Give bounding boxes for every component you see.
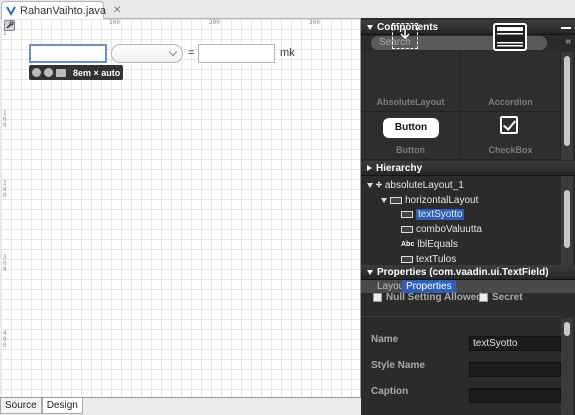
horizontal-layout-icon (390, 196, 402, 204)
minimize-icon[interactable] (561, 27, 571, 29)
palette-item-label: Accordion (488, 97, 533, 107)
tree-node-label: textSyotto (416, 208, 465, 220)
move-icon[interactable] (44, 68, 53, 77)
tab-design[interactable]: Design (41, 398, 83, 414)
info-icon[interactable] (32, 68, 41, 77)
right-panel: Components Search « AbsoluteLayout Accor… (361, 18, 575, 415)
chevron-down-icon (168, 47, 178, 57)
palette-item-accordion[interactable]: Accordion (461, 52, 561, 112)
expand-triangle-icon[interactable] (367, 182, 373, 188)
tree-node-label: textTulos (416, 253, 457, 265)
tree-node-absolutelayout[interactable]: ✣ absoluteLayout_1 (367, 178, 464, 192)
expand-triangle-icon (367, 24, 373, 30)
hierarchy-header[interactable]: Hierarchy (361, 161, 575, 176)
text-syotto-field[interactable] (29, 44, 107, 63)
secret-checkbox[interactable]: Secret (479, 292, 523, 303)
collapse-icon[interactable]: « (565, 36, 571, 47)
checkbox-box[interactable] (373, 293, 382, 302)
palette-scrollbar[interactable] (561, 52, 573, 160)
property-field-style-name[interactable] (469, 362, 561, 377)
tree-node-lblequals[interactable]: Abc lblEquals (401, 237, 458, 251)
expand-triangle-icon[interactable] (381, 197, 387, 203)
expand-triangle-icon (367, 269, 373, 275)
property-label-style-name: Style Name (371, 360, 425, 371)
absolute-layout-node-icon: ✣ (376, 182, 382, 189)
component-palette: AbsoluteLayout Accordion Button CheckBox (361, 52, 561, 160)
tree-node-label: horizontalLayout (405, 194, 479, 206)
properties-header[interactable]: Properties (com.vaadin.ui.TextField) (361, 265, 575, 280)
combo-valuutta[interactable] (111, 44, 183, 63)
combobox-icon (401, 225, 413, 233)
palette-item-label: Button (396, 145, 425, 155)
tree-node-texttulos[interactable]: textTulos (401, 252, 456, 266)
textfield-icon (401, 210, 413, 218)
ruler-side-label: 1 (3, 30, 7, 37)
checkbox-label: Secret (492, 292, 523, 303)
ruler-side-label: 400 (3, 330, 7, 349)
ruler-side-label: 200 (3, 180, 7, 199)
ruler-top-label: 1 (9, 19, 13, 26)
size-overlay: 8em × auto (29, 65, 123, 80)
checkbox-icon (500, 116, 518, 134)
property-field-name[interactable]: textSyotto (469, 336, 561, 351)
ruler-side-label: 300 (3, 254, 7, 273)
resize-icon[interactable] (56, 68, 66, 77)
tree-node-label: lblEquals (417, 238, 458, 250)
textfield-icon (401, 255, 413, 263)
size-label: 8em × auto (73, 67, 121, 78)
tree-node-label: comboValuutta (416, 223, 482, 235)
editor-tab[interactable]: RahanVaihto.java ✕ (1, 1, 121, 19)
editor-tab-label: RahanVaihto.java (20, 4, 107, 17)
equals-label: = (188, 47, 195, 59)
ruler-side-label: 100 (3, 110, 7, 129)
unit-label: mk (280, 47, 295, 59)
accordion-icon (493, 23, 527, 51)
property-label-caption: Caption (371, 386, 409, 397)
ruler-top-label: 100 (109, 19, 120, 26)
palette-item-label: CheckBox (488, 145, 533, 155)
tree-node-horizontallayout[interactable]: horizontalLayout (381, 193, 478, 207)
ruler-top-label: 200 (209, 19, 220, 26)
button-preview-icon: Button (383, 118, 439, 138)
ruler-top-label: 300 (309, 19, 320, 26)
label-icon: Abc (401, 240, 415, 248)
tree-node-combovaluutta[interactable]: comboValuutta (401, 222, 482, 236)
editor-tab-bar: RahanVaihto.java ✕ (0, 0, 575, 19)
palette-item-absolutelayout[interactable]: AbsoluteLayout (361, 52, 461, 112)
text-tulos-field[interactable] (198, 44, 275, 63)
palette-item-label: AbsoluteLayout (376, 97, 445, 107)
editor-mode-tabs: Source Design (0, 397, 361, 415)
hierarchy-scrollbar[interactable] (561, 176, 573, 266)
checkbox-box[interactable] (479, 293, 488, 302)
tree-node-label: absoluteLayout_1 (384, 179, 464, 191)
properties-title: Properties (com.vaadin.ui.TextField) (377, 266, 549, 278)
divider (361, 316, 561, 317)
hierarchy-tree: ✣ absoluteLayout_1 horizontalLayout text… (361, 176, 561, 266)
expand-triangle-icon (367, 165, 372, 171)
property-label-name: Name (371, 334, 399, 345)
null-setting-allowed-checkbox[interactable]: Null Setting Allowed (373, 292, 482, 303)
tab-source[interactable]: Source (0, 398, 42, 414)
tree-node-textsyotto[interactable]: textSyotto (401, 207, 465, 221)
hierarchy-title: Hierarchy (376, 162, 423, 174)
absolute-layout-icon (392, 23, 418, 49)
checkbox-label: Null Setting Allowed (386, 292, 483, 303)
property-field-caption[interactable] (469, 388, 561, 403)
close-tab-icon[interactable]: ✕ (113, 5, 121, 16)
design-canvas[interactable]: 1 100 200 300 1 100 200 300 400 = mk 8em… (1, 19, 361, 397)
vaadin-file-icon (6, 5, 17, 17)
properties-scrollbar[interactable] (561, 318, 573, 415)
